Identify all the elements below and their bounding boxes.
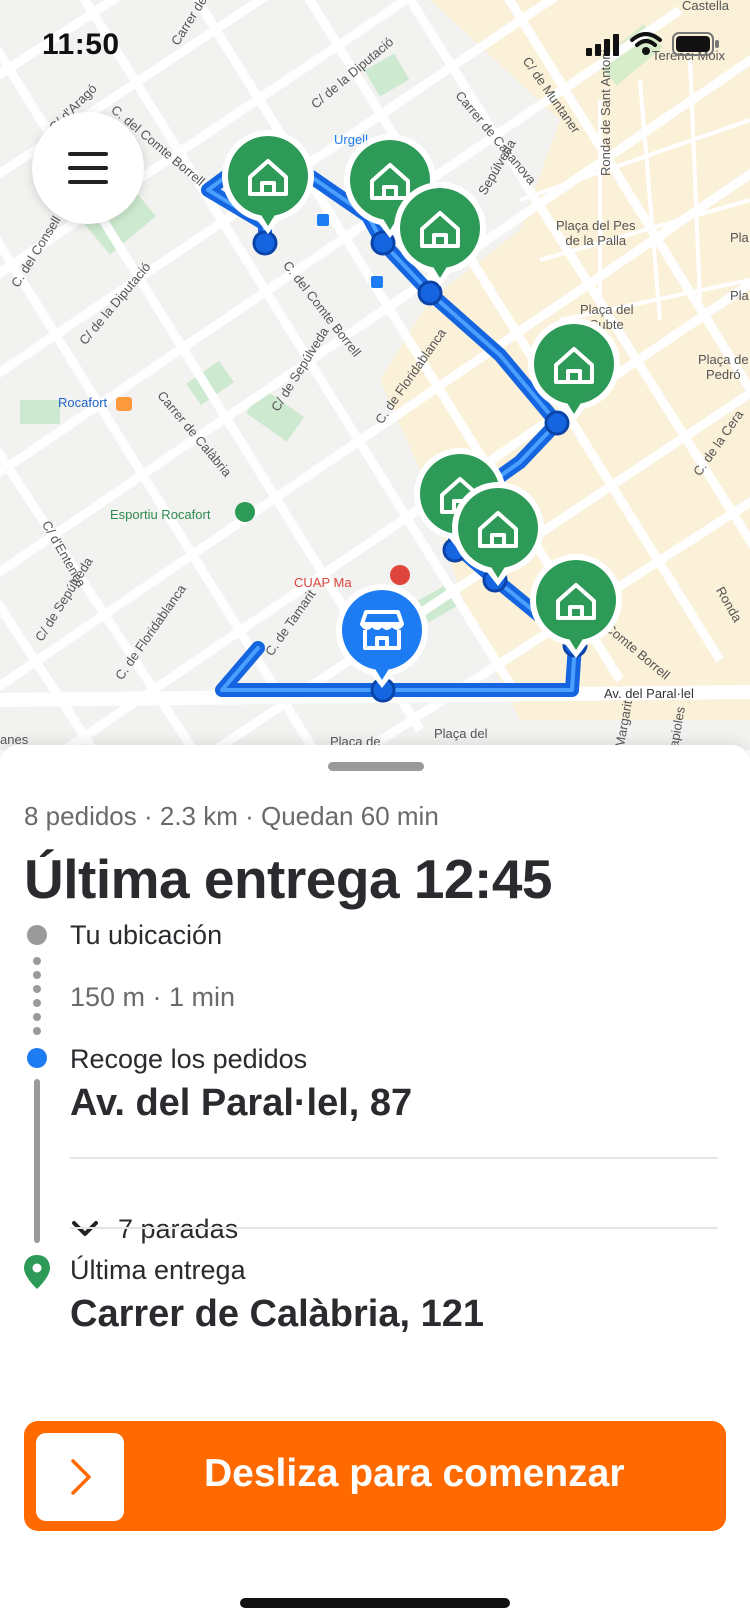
location-pin-icon: [24, 1255, 50, 1289]
sheet-grabber[interactable]: [328, 762, 424, 771]
map-label: Plaça del: [434, 726, 488, 741]
home-indicator[interactable]: [240, 1598, 510, 1608]
map-label: Plaça del Pes de la Palla: [556, 218, 636, 248]
last-delivery-address: Carrer de Calàbria, 121: [70, 1293, 485, 1335]
map-label: Plaça de Pedró: [698, 352, 749, 382]
menu-button[interactable]: [32, 112, 144, 224]
divider: [70, 1157, 718, 1159]
route-summary: 8 pedidos · 2.3 km · Quedan 60 min: [24, 801, 439, 831]
stops-toggle[interactable]: 7 paradas: [70, 1207, 370, 1251]
route-summary-sheet: 8 pedidos · 2.3 km · Quedan 60 min Últim…: [0, 745, 750, 1624]
slide-label: Desliza para comenzar: [204, 1452, 625, 1495]
delivery-pin[interactable]: [526, 318, 622, 428]
last-delivery-headline: Última entrega 12:45: [24, 848, 553, 910]
map-label: Av. del Paral·lel: [604, 686, 694, 701]
map-label: Rocafort: [58, 395, 108, 410]
map-label: Castella: [682, 0, 729, 13]
last-delivery-label: Última entrega: [70, 1255, 246, 1285]
status-time: 11:50: [42, 28, 120, 61]
hamburger-menu-icon: [68, 152, 108, 184]
route-map[interactable]: Castella Terenci Moix Carrer del Comte d…: [0, 0, 750, 750]
chevron-right-icon: [71, 1459, 91, 1495]
delivery-pin[interactable]: [392, 182, 488, 292]
map-label: Pla: [730, 288, 749, 303]
current-location-label: Tu ubicación: [70, 920, 223, 950]
pickup-address: Av. del Paral·lel, 87: [70, 1082, 413, 1124]
pickup-label: Recoge los pedidos: [70, 1044, 308, 1074]
slide-to-start[interactable]: Desliza para comenzar: [24, 1421, 726, 1531]
current-location-dot: [27, 925, 47, 945]
battery-icon: [672, 32, 719, 56]
pickup-store-pin[interactable]: [334, 584, 430, 694]
slide-knob[interactable]: [36, 1433, 124, 1521]
divider: [70, 1227, 718, 1229]
chevron-down-icon: [72, 1221, 98, 1236]
cellular-signal-icon: [586, 34, 619, 56]
wifi-icon: [630, 32, 662, 55]
map-label: Esportiu Rocafort: [110, 507, 211, 522]
route-timeline: [24, 925, 50, 1289]
delivery-pin[interactable]: [528, 554, 624, 664]
delivery-pin[interactable]: [220, 130, 316, 240]
map-label: Ronda de Sant Antoni: [598, 49, 613, 177]
map-label: Pla: [730, 230, 749, 245]
distance-time: 150 m · 1 min: [70, 982, 236, 1012]
status-bar: 11:50: [0, 26, 750, 66]
pickup-dot: [27, 1048, 47, 1068]
stops-count: 7 paradas: [118, 1213, 239, 1244]
